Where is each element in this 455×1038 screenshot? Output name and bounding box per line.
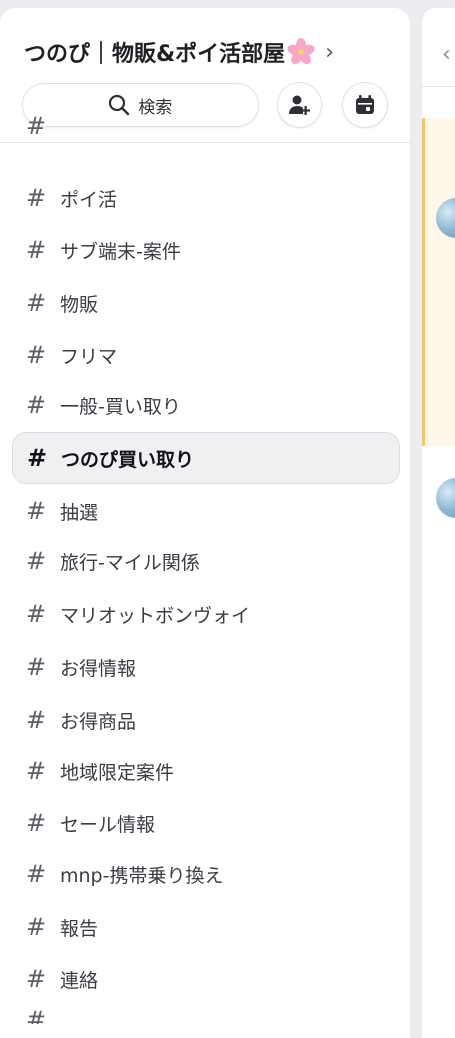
channel-item[interactable]: # ポイ活 <box>12 173 398 223</box>
channel-item[interactable]: # mnp-携帯乗り換え <box>12 849 398 899</box>
channel-item[interactable]: # 報告 <box>12 902 398 952</box>
channel-name: 連絡 <box>60 969 99 992</box>
avatar[interactable] <box>436 478 455 518</box>
channel-item[interactable]: # サブ端末-案件 <box>12 225 398 275</box>
search-icon <box>109 94 130 116</box>
channel-name: セール情報 <box>60 813 156 836</box>
channel-item[interactable]: # セール情報 <box>12 798 398 848</box>
hash-icon: # <box>25 860 47 888</box>
highlighted-message <box>422 118 455 446</box>
channel-item[interactable]: # 抽選 <box>12 486 398 536</box>
channel-name: お得情報 <box>60 657 137 680</box>
channel-item[interactable]: # 連絡 <box>12 954 398 1004</box>
hash-icon: # <box>25 965 47 993</box>
channel-name: マリオットボンヴォイ <box>60 604 251 627</box>
back-arrow-icon[interactable]: ‹ <box>442 42 451 67</box>
channel-item[interactable]: # お得商品 <box>12 695 398 745</box>
chevron-right-icon: › <box>325 39 334 65</box>
channel-item-partial[interactable]: # <box>12 1006 398 1024</box>
channel-item-active[interactable]: # つのぴ買い取り <box>12 432 400 484</box>
hash-icon: # <box>25 809 47 837</box>
channel-item[interactable]: # 地域限定案件 <box>12 746 398 796</box>
server-header[interactable]: つのぴ｜物販&ポイ活部屋 › <box>24 36 384 68</box>
channel-name: お得商品 <box>60 710 137 733</box>
hash-icon: # <box>25 289 47 317</box>
hash-icon: # <box>25 653 47 681</box>
channel-name: フリマ <box>60 345 118 368</box>
channel-name: 報告 <box>60 917 99 940</box>
channel-item-partial[interactable]: # <box>12 114 398 140</box>
channel-name: 地域限定案件 <box>60 761 175 784</box>
channel-name: サブ端末-案件 <box>60 240 181 263</box>
hash-icon: # <box>26 444 48 472</box>
channel-name: ポイ活 <box>60 188 118 211</box>
hash-icon: # <box>25 913 47 941</box>
channel-name: 一般-買い取り <box>60 395 181 418</box>
channel-name: つのぴ買い取り <box>61 448 195 471</box>
chat-pane-edge: ‹ <box>422 8 455 1038</box>
hash-icon: # <box>25 341 47 369</box>
channel-sidebar: つのぴ｜物販&ポイ活部屋 › 検索 # # ポイ活 # サブ端末-案件 # 物販… <box>0 8 410 1038</box>
channel-name: 旅行-マイル関係 <box>60 551 200 574</box>
hash-icon: # <box>25 1006 47 1024</box>
hash-icon: # <box>25 184 47 212</box>
channel-name: 抽選 <box>60 501 99 524</box>
channel-item[interactable]: # 物販 <box>12 278 398 328</box>
channel-name: mnp-携帯乗り換え <box>60 864 224 887</box>
hash-icon: # <box>25 236 47 264</box>
channel-item[interactable]: # 旅行-マイル関係 <box>12 536 398 586</box>
hash-icon: # <box>25 391 47 419</box>
hash-icon: # <box>25 757 47 785</box>
hash-icon: # <box>25 600 47 628</box>
hash-icon: # <box>25 497 47 525</box>
header-divider <box>0 142 410 143</box>
channel-item[interactable]: # マリオットボンヴォイ <box>12 589 398 639</box>
hash-icon: # <box>25 114 47 140</box>
hash-icon: # <box>25 547 47 575</box>
channel-name: 物販 <box>60 293 99 316</box>
calendar-icon <box>356 95 375 114</box>
channel-item[interactable]: # 一般-買い取り <box>12 380 398 430</box>
chat-header-divider <box>422 86 455 87</box>
server-name: つのぴ｜物販&ポイ活部屋 <box>24 42 286 67</box>
channel-item[interactable]: # フリマ <box>12 330 398 380</box>
hash-icon: # <box>25 706 47 734</box>
channel-item[interactable]: # お得情報 <box>12 642 398 692</box>
cherry-blossom-icon <box>287 38 315 66</box>
